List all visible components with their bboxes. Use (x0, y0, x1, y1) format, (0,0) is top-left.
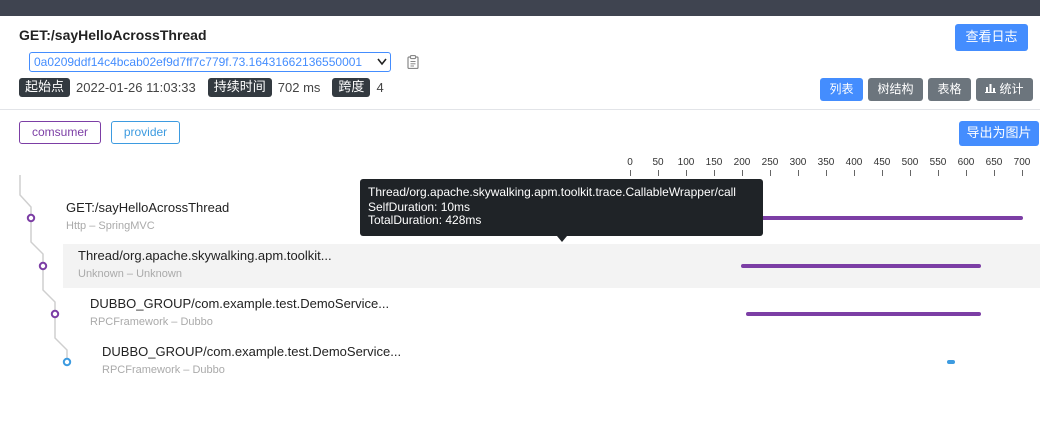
axis-tick-label: 50 (652, 157, 664, 168)
header-divider (0, 109, 1040, 110)
view-log-button[interactable]: 查看日志 (955, 24, 1028, 51)
start-value: 2022-01-26 11:03:33 (76, 79, 196, 95)
clipboard-icon[interactable] (407, 55, 419, 70)
axis-tick-label: 500 (901, 157, 919, 168)
span-duration-bar[interactable] (746, 312, 982, 316)
axis-tick-mark (966, 170, 967, 176)
axis-tick-label: 650 (985, 157, 1003, 168)
tooltip-title: Thread/org.apache.skywalking.apm.toolkit… (368, 185, 736, 199)
axis-tick-mark (798, 170, 799, 176)
export-image-button[interactable]: 导出为图片 (959, 121, 1039, 146)
bar-chart-icon (985, 78, 997, 101)
legend-provider[interactable]: provider (111, 121, 180, 144)
view-stats-button[interactable]: 统计 (976, 78, 1033, 101)
span-tooltip: Thread/org.apache.skywalking.apm.toolkit… (360, 179, 763, 242)
trace-id-select[interactable]: 0a0209ddf14c4bcab02ef9d7ff7c779f.73.1643… (29, 52, 391, 72)
axis-tick-mark (1022, 170, 1023, 176)
span-row[interactable]: Thread/org.apache.skywalking.apm.toolkit… (63, 244, 1040, 288)
span-component: Unknown – Unknown (78, 268, 182, 280)
view-stats-label: 统计 (999, 82, 1024, 96)
axis-tick-label: 350 (817, 157, 835, 168)
axis-tick-mark (854, 170, 855, 176)
tree-connector (19, 175, 32, 218)
app-top-bar (0, 0, 1040, 16)
span-node-dot (50, 309, 60, 319)
time-axis: 0 50 100 150 200 250 300 350 400 450 500 550 600 650 7… (0, 155, 1040, 176)
tree-connector (42, 266, 56, 313)
axis-tick-label: 0 (627, 157, 633, 168)
axis-tick-label: 150 (705, 157, 723, 168)
span-duration-bar[interactable] (946, 360, 955, 364)
axis-tick-mark (686, 170, 687, 176)
span-name: Thread/org.apache.skywalking.apm.toolkit… (78, 248, 332, 263)
duration-label: 持续时间 (207, 77, 272, 97)
legend-consumer[interactable]: comsumer (19, 121, 101, 144)
axis-tick-label: 300 (789, 157, 807, 168)
tooltip-self-duration: SelfDuration: 10ms (368, 200, 471, 214)
view-tree-button[interactable]: 树结构 (868, 78, 923, 101)
trace-id-value: 0a0209ddf14c4bcab02ef9d7ff7c779f.73.1643… (34, 55, 363, 69)
axis-tick-mark (938, 170, 939, 176)
axis-tick-label: 100 (677, 157, 695, 168)
span-row[interactable]: DUBBO_GROUP/com.example.test.DemoService… (63, 292, 1040, 336)
axis-tick-label: 450 (873, 157, 891, 168)
axis-tick-mark (630, 170, 631, 176)
span-component: Http – SpringMVC (66, 220, 155, 232)
span-node-dot (38, 261, 48, 271)
span-duration-bar[interactable] (741, 264, 982, 268)
tooltip-total-duration: TotalDuration: 428ms (368, 213, 482, 227)
span-node-dot (26, 213, 36, 223)
span-count-value: 4 (376, 79, 384, 95)
view-table-button[interactable]: 表格 (928, 78, 971, 101)
span-component: RPCFramework – Dubbo (90, 316, 213, 328)
tree-connector (30, 218, 44, 266)
duration-value: 702 ms (277, 79, 321, 95)
axis-tick-mark (770, 170, 771, 176)
axis-tick-mark (826, 170, 827, 176)
tooltip-arrow (557, 236, 567, 242)
span-name: GET:/sayHelloAcrossThread (66, 200, 230, 215)
axis-tick-mark (882, 170, 883, 176)
axis-tick-mark (714, 170, 715, 176)
start-label: 起始点 (19, 77, 71, 97)
span-count-label: 跨度 (332, 77, 371, 97)
trace-meta: 起始点 2022-01-26 11:03:33 持续时间 702 ms 跨度 4 (19, 77, 396, 97)
axis-tick-mark (910, 170, 911, 176)
axis-tick-label: 250 (761, 157, 779, 168)
span-name: DUBBO_GROUP/com.example.test.DemoService… (102, 344, 402, 359)
span-component: RPCFramework – Dubbo (102, 364, 225, 376)
axis-tick-mark (994, 170, 995, 176)
axis-tick-label: 400 (845, 157, 863, 168)
axis-tick-label: 600 (957, 157, 975, 168)
span-row[interactable]: DUBBO_GROUP/com.example.test.DemoService… (63, 340, 1040, 384)
view-list-button[interactable]: 列表 (820, 78, 863, 101)
trace-title: GET:/sayHelloAcrossThread (19, 27, 207, 43)
axis-tick-label: 200 (733, 157, 751, 168)
axis-tick-mark (658, 170, 659, 176)
axis-tick-label: 700 (1013, 157, 1031, 168)
span-name: DUBBO_GROUP/com.example.test.DemoService… (90, 296, 390, 311)
axis-tick-mark (742, 170, 743, 176)
chevron-down-icon (377, 53, 387, 71)
axis-tick-label: 550 (929, 157, 947, 168)
